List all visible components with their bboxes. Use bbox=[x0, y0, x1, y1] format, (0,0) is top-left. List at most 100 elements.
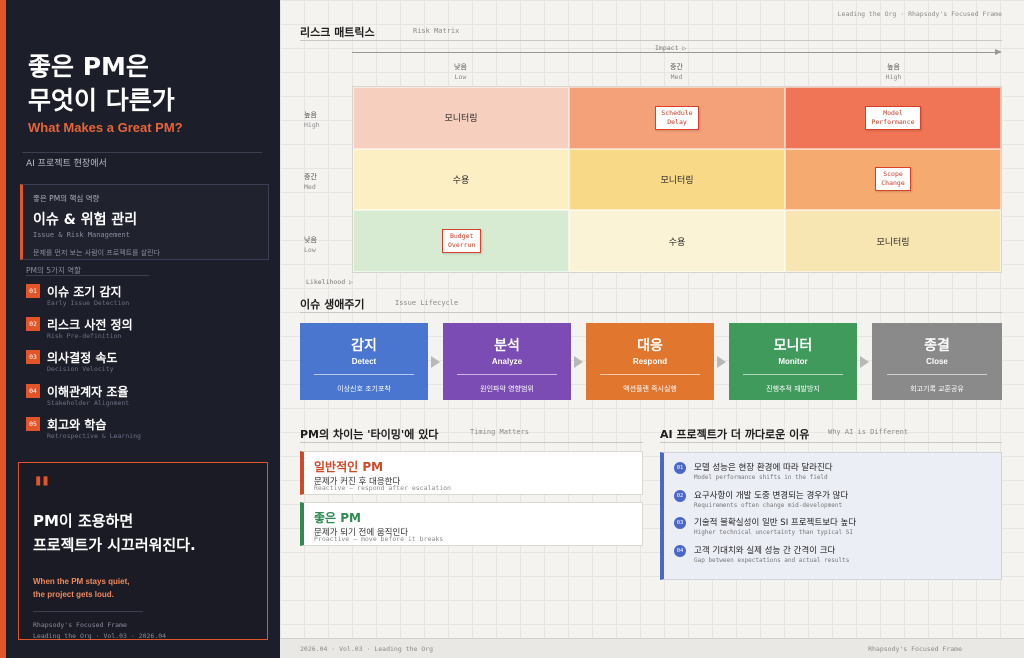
role-item: 04 이해관계자 조율 Stakeholder Alignment bbox=[26, 383, 266, 407]
divider bbox=[660, 442, 1002, 443]
ai-reasons-title: AI 프로젝트가 더 까다로운 이유 bbox=[660, 428, 810, 441]
item-number: 01 bbox=[674, 462, 686, 474]
core-description: 문제를 먼저 보는 사람이 프로젝트를 살린다 bbox=[33, 249, 161, 257]
top-meta: Leading the Org · Rhapsody's Focused Fra… bbox=[837, 10, 1002, 18]
list-item: 04 고객 기대치와 실제 성능 간 간격이 크다 Gap between ex… bbox=[674, 544, 991, 572]
risk-tag: Schedule Delay bbox=[655, 105, 699, 130]
proactive-pm-card: 좋은 PM 문제가 되기 전에 움직인다 Proactive — move be… bbox=[300, 502, 643, 546]
divider bbox=[300, 442, 643, 443]
quote-text-en: When the PM stays quiet, the project get… bbox=[33, 577, 130, 599]
matrix-cell: 수용 bbox=[569, 210, 785, 272]
role-number: 01 bbox=[26, 284, 40, 298]
step-monitor: 모니터 Monitor 진행추적 재발방지 bbox=[729, 323, 857, 400]
quote-footer: Rhapsody's Focused Frame Leading the Org… bbox=[33, 621, 167, 640]
role-item: 02 리스크 사전 정의 Risk Pre-definition bbox=[26, 316, 266, 340]
matrix-cell: Schedule Delay bbox=[569, 87, 785, 149]
timing-title: PM의 차이는 '타이밍'에 있다 bbox=[300, 428, 439, 441]
role-item: 03 의사결정 속도 Decision Velocity bbox=[26, 349, 266, 373]
list-item: 03 기술적 불확실성이 일반 SI 프로젝트보다 높다 Higher tech… bbox=[674, 516, 991, 544]
impact-arrow-icon bbox=[352, 49, 1002, 55]
footer-brand: Rhapsody's Focused Frame bbox=[868, 645, 962, 653]
lifecycle-steps: 감지 Detect 이상신호 조기포착 분석 Analyze 원인파악 영향범위… bbox=[300, 323, 1002, 400]
row-header-high: 높음 High bbox=[304, 111, 320, 129]
list-item: 01 모델 성능은 현장 환경에 따라 달라진다 Model performan… bbox=[674, 461, 991, 489]
matrix-cell: Budget Overrun bbox=[353, 210, 569, 272]
risk-matrix-title: 리스크 매트릭스 bbox=[300, 26, 375, 39]
role-number: 04 bbox=[26, 384, 40, 398]
role-title-en: Stakeholder Alignment bbox=[47, 399, 130, 407]
lifecycle-title: 이슈 생애주기 bbox=[300, 298, 365, 311]
list-item: 02 요구사항이 개발 도중 변경되는 경우가 많다 Requirements … bbox=[674, 489, 991, 517]
role-title: 리스크 사전 정의 bbox=[47, 318, 133, 332]
arrow-right-icon bbox=[574, 356, 583, 368]
role-number: 03 bbox=[26, 350, 40, 364]
risk-tag: Scope Change bbox=[875, 167, 911, 192]
impact-axis-label: Impact ▷ bbox=[655, 44, 687, 52]
matrix-cell: 모니터링 bbox=[785, 210, 1001, 272]
column-header-med: 중간 Med bbox=[670, 63, 683, 81]
matrix-cell: 수용 bbox=[353, 148, 569, 211]
role-title: 이해관계자 조율 bbox=[47, 385, 129, 399]
role-title-en: Risk Pre-definition bbox=[47, 332, 122, 340]
role-title-en: Early Issue Detection bbox=[47, 299, 130, 307]
core-competency-card: 좋은 PM의 핵심 역량 이슈 & 위험 관리 Issue & Risk Man… bbox=[20, 184, 269, 260]
role-title-en: Retrospective & Learning bbox=[47, 432, 141, 440]
arrow-right-icon bbox=[431, 356, 440, 368]
row-header-med: 중간 Med bbox=[304, 173, 317, 191]
hero-subtitle-en: What Makes a Great PM? bbox=[28, 120, 183, 135]
matrix-cell: Scope Change bbox=[785, 148, 1001, 211]
row-header-low: 낮음 Low bbox=[304, 236, 317, 254]
step-respond: 대응 Respond 액션플랜 즉시실행 bbox=[586, 323, 714, 400]
core-eyebrow: 좋은 PM의 핵심 역량 bbox=[33, 194, 100, 203]
matrix-cell: 모니터링 bbox=[353, 87, 569, 149]
role-item: 01 이슈 조기 감지 Early Issue Detection bbox=[26, 283, 266, 307]
timing-title-en: Timing Matters bbox=[470, 428, 530, 436]
sidebar-accent-bar bbox=[0, 0, 6, 658]
ai-reasons-list: 01 모델 성능은 현장 환경에 따라 달라진다 Model performan… bbox=[660, 452, 1002, 580]
role-title: 회고와 학습 bbox=[47, 418, 107, 432]
ai-reasons-title-en: Why AI is Different bbox=[828, 428, 909, 436]
divider bbox=[33, 611, 143, 612]
column-header-high: 높음 High bbox=[885, 63, 902, 81]
divider bbox=[280, 638, 1024, 639]
item-number: 03 bbox=[674, 517, 686, 529]
role-number: 05 bbox=[26, 417, 40, 431]
card-title: 좋은 PM bbox=[314, 511, 361, 525]
quote-card: " PM이 조용하면 프로젝트가 시끄러워진다. When the PM sta… bbox=[18, 462, 268, 640]
core-title: 이슈 & 위험 관리 bbox=[33, 212, 138, 228]
risk-matrix-grid: 모니터링 Schedule Delay Model Performance 수용 모… bbox=[352, 86, 1002, 273]
role-title: 의사결정 속도 bbox=[47, 351, 118, 365]
reactive-pm-card: 일반적인 PM 문제가 커진 후 대응한다 Reactive — respond… bbox=[300, 451, 643, 495]
main-content: Leading the Org · Rhapsody's Focused Fra… bbox=[280, 0, 1024, 658]
role-title-en: Decision Velocity bbox=[47, 365, 114, 373]
quote-text: PM이 조용하면 프로젝트가 시끄러워진다. bbox=[33, 512, 196, 554]
item-number: 02 bbox=[674, 489, 686, 502]
divider bbox=[300, 312, 1002, 313]
core-title-en: Issue & Risk Management bbox=[33, 231, 130, 239]
card-desc-en: Reactive — respond after escalation bbox=[314, 484, 451, 492]
likelihood-axis-label: Likelihood ▷ bbox=[306, 278, 353, 286]
divider bbox=[300, 40, 1002, 41]
step-analyze: 분석 Analyze 원인파악 영향범위 bbox=[443, 323, 571, 400]
role-number: 02 bbox=[26, 317, 40, 331]
risk-matrix-title-en: Risk Matrix bbox=[413, 27, 460, 35]
divider bbox=[26, 275, 149, 276]
item-number: 04 bbox=[674, 544, 686, 557]
divider bbox=[22, 152, 262, 153]
matrix-cell: Model Performance bbox=[785, 87, 1001, 149]
arrow-right-icon bbox=[860, 356, 869, 368]
lifecycle-title-en: Issue Lifecycle bbox=[395, 299, 459, 307]
risk-tag: Model Performance bbox=[865, 105, 921, 130]
hero-title: 좋은 PM은 무엇이 다른가 bbox=[28, 52, 175, 115]
matrix-cell: 모니터링 bbox=[569, 148, 785, 211]
card-desc-en: Proactive — move before it breaks bbox=[314, 535, 444, 543]
role-item: 05 회고와 학습 Retrospective & Learning bbox=[26, 416, 266, 440]
sidebar: 좋은 PM은 무엇이 다른가 What Makes a Great PM? AI… bbox=[0, 0, 280, 658]
arrow-right-icon bbox=[717, 356, 726, 368]
risk-tag: Budget Overrun bbox=[442, 229, 482, 254]
role-title: 이슈 조기 감지 bbox=[47, 285, 122, 299]
card-title: 일반적인 PM bbox=[314, 460, 384, 474]
intro-text: AI 프로젝트 현장에서 bbox=[26, 159, 107, 169]
column-header-low: 낮음 Low bbox=[454, 63, 467, 81]
step-close: 종결 Close 회고기록 교훈공유 bbox=[872, 323, 1002, 400]
